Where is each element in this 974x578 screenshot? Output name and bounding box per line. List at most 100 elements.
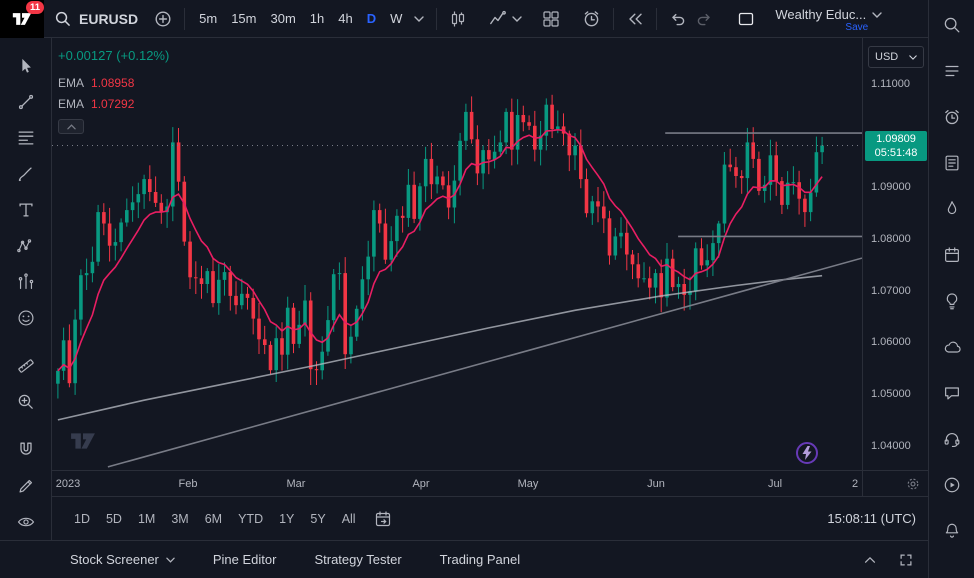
- create-alert-button[interactable]: [578, 5, 605, 32]
- tab-pine-editor[interactable]: Pine Editor: [213, 552, 277, 567]
- chevron-down-icon: [414, 16, 424, 22]
- clock-utc[interactable]: 15:08:11 (UTC): [827, 511, 916, 526]
- candlestick-chart[interactable]: [52, 38, 862, 470]
- calendar-button[interactable]: [935, 238, 969, 272]
- tab-strategy-tester[interactable]: Strategy Tester: [314, 552, 401, 567]
- timeframe-1d[interactable]: D: [361, 7, 382, 30]
- axis-settings-corner[interactable]: [862, 470, 928, 496]
- news-button[interactable]: [935, 146, 969, 180]
- measure-tool-button[interactable]: [7, 348, 45, 384]
- fib-retracement-tool-button[interactable]: [7, 120, 45, 156]
- chevron-down-icon: [166, 557, 175, 563]
- minds-button[interactable]: [935, 330, 969, 364]
- tab-trading-panel[interactable]: Trading Panel: [440, 552, 520, 567]
- save-label[interactable]: Save: [775, 22, 882, 33]
- cursor-tool-button[interactable]: [7, 48, 45, 84]
- xabcd-pattern-icon: [16, 236, 36, 256]
- streams-button[interactable]: [935, 468, 969, 502]
- range-ytd[interactable]: YTD: [230, 508, 271, 530]
- undo-button[interactable]: [665, 6, 691, 32]
- time-axis-label: Apr: [412, 478, 429, 490]
- xabcd-pattern-tool-button[interactable]: [7, 228, 45, 264]
- zoom-in-tool-button[interactable]: [7, 384, 45, 420]
- alerts-button[interactable]: [935, 100, 969, 134]
- open-panel-button[interactable]: [858, 548, 882, 572]
- news-icon: [942, 153, 962, 173]
- chart-area[interactable]: +0.00127 (+0.12%) EMA 1.08958 EMA 1.0729…: [52, 38, 862, 470]
- time-axis-label: Jun: [647, 478, 665, 490]
- hotlists-button[interactable]: [935, 192, 969, 226]
- eye-icon: [16, 512, 36, 532]
- range-3m[interactable]: 3M: [163, 508, 196, 530]
- timeframe-4h[interactable]: 4h: [332, 7, 358, 30]
- redo-button[interactable]: [691, 6, 717, 32]
- text-tool-button[interactable]: [7, 192, 45, 228]
- support-button[interactable]: [935, 422, 969, 456]
- chart-style-button[interactable]: [445, 6, 471, 32]
- indicators-button[interactable]: [485, 6, 526, 32]
- notifications-button[interactable]: [935, 514, 969, 548]
- layout-name-button[interactable]: Wealthy Educ... Save: [775, 4, 882, 33]
- range-1d[interactable]: 1D: [66, 508, 98, 530]
- price-axis-label: 1.09000: [871, 181, 911, 193]
- chevron-down-icon: [909, 55, 917, 60]
- bar-countdown: 05:51:48: [865, 146, 927, 160]
- save-layout-button[interactable]: [733, 6, 759, 32]
- undo-icon: [669, 10, 687, 28]
- compare-add-symbol-button[interactable]: [150, 6, 176, 32]
- price-change-text: +0.00127 (+0.12%): [58, 48, 169, 63]
- tab-stock-screener[interactable]: Stock Screener: [70, 552, 175, 567]
- time-axis-label: Mar: [287, 478, 306, 490]
- boost-button[interactable]: [796, 442, 818, 464]
- timeframe-dropdown-button[interactable]: [410, 12, 428, 26]
- price-axis-label: 1.11000: [871, 78, 910, 90]
- range-1m[interactable]: 1M: [130, 508, 163, 530]
- bars-pattern-tool-button[interactable]: [7, 264, 45, 300]
- range-5y[interactable]: 5Y: [302, 508, 333, 530]
- layout-square-icon: [737, 10, 755, 28]
- currency-dropdown[interactable]: USD: [868, 46, 924, 68]
- right-sidebar: [928, 0, 974, 578]
- timeframe-5m[interactable]: 5m: [193, 7, 223, 30]
- timeframe-30m[interactable]: 30m: [264, 7, 301, 30]
- range-6m[interactable]: 6M: [197, 508, 230, 530]
- search-icon: [54, 10, 71, 27]
- watchlist-button[interactable]: [935, 54, 969, 88]
- time-scale[interactable]: 2023FebMarAprMayJunJul2: [52, 470, 862, 496]
- pencil-icon: [16, 476, 36, 496]
- indicator-row[interactable]: EMA 1.08958: [58, 72, 169, 93]
- price-axis-label: 1.06000: [871, 336, 911, 348]
- brush-tool-button[interactable]: [7, 156, 45, 192]
- text-icon: [16, 200, 36, 220]
- bar-replay-button[interactable]: [622, 6, 648, 32]
- range-5d[interactable]: 5D: [98, 508, 130, 530]
- toolbar-separator: [656, 8, 657, 30]
- indicator-value: 1.07292: [91, 97, 134, 111]
- timeframe-1w[interactable]: W: [384, 7, 408, 30]
- tradingview-menu-button[interactable]: 11: [0, 0, 44, 38]
- price-scale[interactable]: USD 1.110001.100001.090001.080001.070001…: [862, 38, 928, 470]
- range-1y[interactable]: 1Y: [271, 508, 302, 530]
- go-to-date-button[interactable]: [370, 506, 396, 532]
- range-toolbar: 1D 5D 1M 3M 6M YTD 1Y 5Y All 15:08:11 (U…: [52, 496, 928, 540]
- hide-drawings-tool-button[interactable]: [7, 504, 45, 540]
- play-circle-icon: [942, 475, 962, 495]
- emoji-tool-button[interactable]: [7, 300, 45, 336]
- multichart-layout-button[interactable]: [538, 6, 564, 32]
- trend-line-tool-button[interactable]: [7, 84, 45, 120]
- redo-icon: [695, 10, 713, 28]
- indicator-row[interactable]: EMA 1.07292: [58, 93, 169, 114]
- symbol-search-button[interactable]: EURUSD: [54, 10, 138, 27]
- timeframe-15m[interactable]: 15m: [225, 7, 262, 30]
- range-all[interactable]: All: [334, 508, 364, 530]
- maximize-panel-button[interactable]: [894, 548, 918, 572]
- quick-search-button[interactable]: [935, 8, 969, 42]
- ideas-button[interactable]: [935, 284, 969, 318]
- gear-icon: [905, 476, 921, 492]
- timeframe-1h[interactable]: 1h: [304, 7, 330, 30]
- edit-tool-button[interactable]: [7, 468, 45, 504]
- legend-collapse-button[interactable]: [58, 119, 84, 134]
- chats-button[interactable]: [935, 376, 969, 410]
- magnet-tool-button[interactable]: [7, 432, 45, 468]
- drawing-toolbar: [0, 38, 52, 540]
